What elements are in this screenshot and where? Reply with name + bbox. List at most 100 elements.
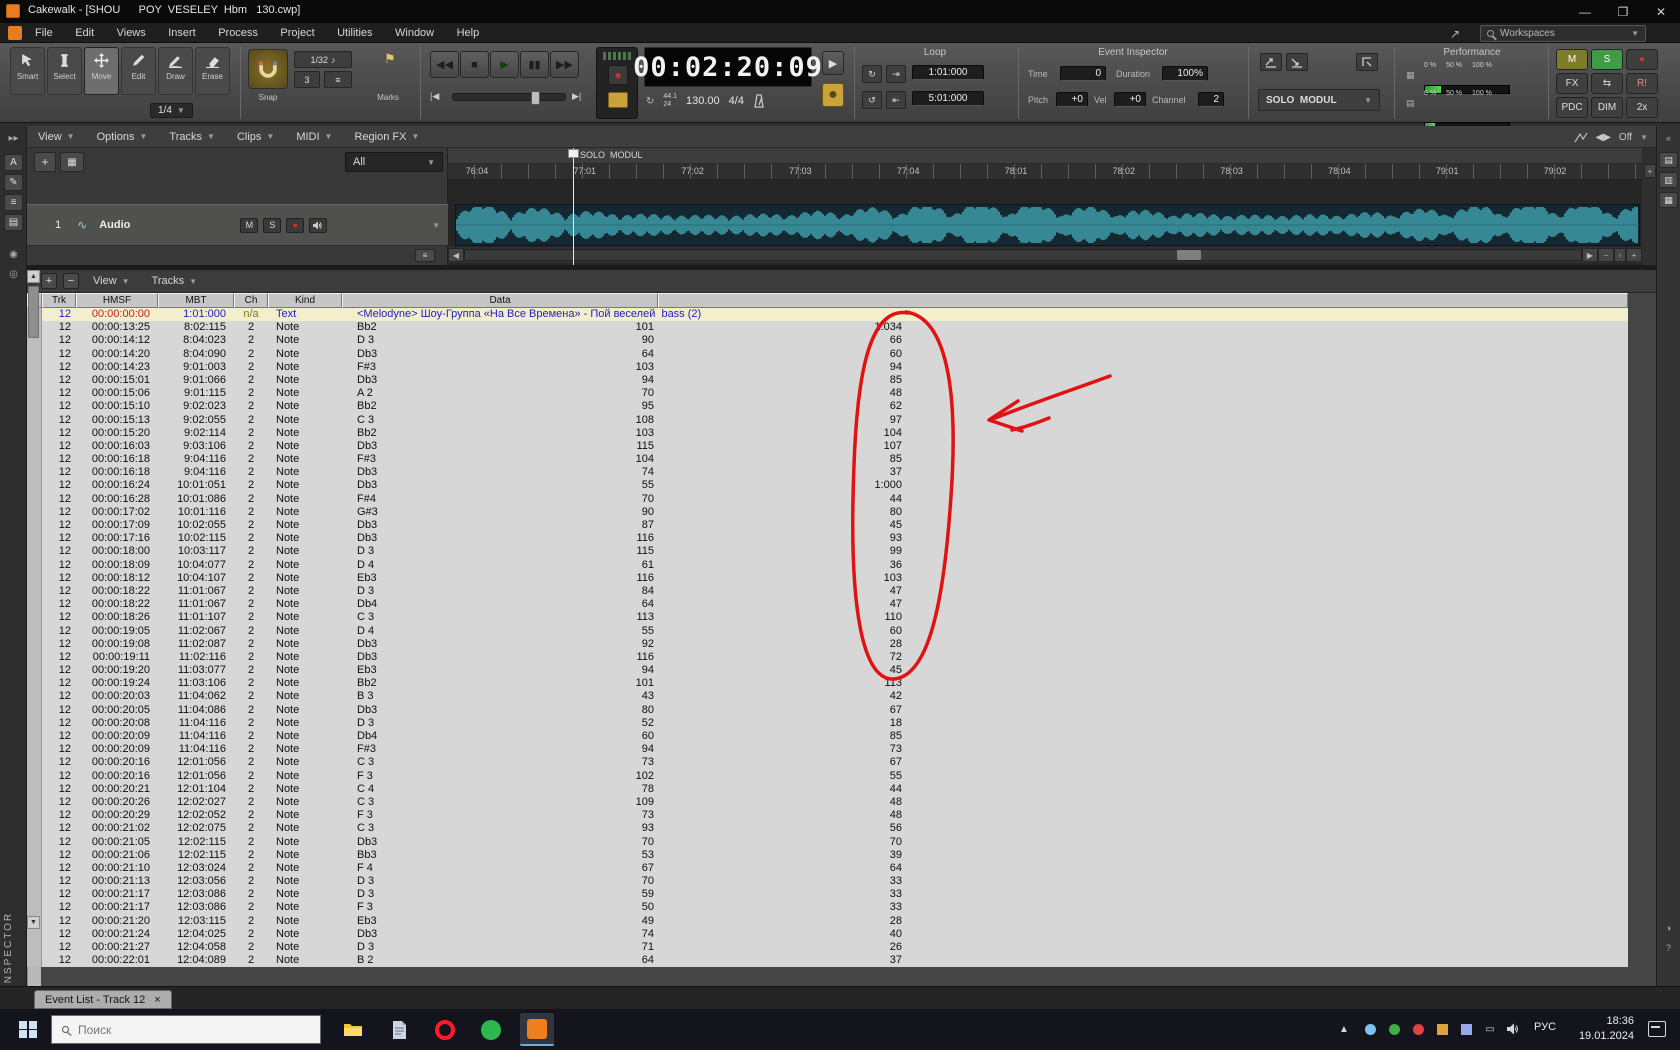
track-height-widget[interactable]: ≡ (415, 249, 435, 262)
mini-play-button[interactable]: ▶ (822, 51, 844, 75)
event-row[interactable]: 12 00:00:21:17 12:03:086 2 Note D 3 59 33 (27, 888, 1628, 902)
event-row[interactable]: 12 00:00:22:01 12:04:089 2 Note B 2 64 37 (27, 954, 1628, 967)
track-scroll-thumb[interactable] (1177, 250, 1201, 260)
taskbar-app-browser[interactable] (474, 1013, 508, 1046)
position-slider[interactable] (452, 91, 566, 105)
event-row[interactable]: 12 00:00:19:20 11:03:077 2 Note Eb3 94 45 (27, 664, 1628, 678)
track-manager-icon[interactable]: ▦ (60, 152, 84, 172)
position-slider-thumb[interactable] (531, 91, 540, 105)
event-row[interactable]: 12 00:00:16:18 9:04:116 2 Note F#3 104 85 (27, 453, 1628, 467)
taskbar-app-document[interactable] (382, 1013, 416, 1046)
event-row[interactable]: 12 00:00:14:12 8:04:023 2 Note D 3 90 66 (27, 334, 1628, 348)
event-row[interactable]: 12 00:00:16:18 9:04:116 2 Note Db3 74 37 (27, 466, 1628, 480)
track-expand-chevron[interactable]: ▼ (432, 221, 440, 230)
event-row[interactable]: 12 00:00:17:16 10:02:115 2 Note Db3 116 93 (27, 532, 1628, 546)
scroll-up-icon[interactable]: ▲ (27, 270, 40, 283)
event-row[interactable]: 12 00:00:20:09 11:04:116 2 Note F#3 94 73 (27, 743, 1628, 757)
time-readout[interactable]: 00:02:20:09 (633, 47, 822, 87)
taskbar-app-cakewalk[interactable] (520, 1013, 554, 1046)
record-button[interactable]: ● (608, 65, 628, 85)
event-row[interactable]: 12 00:00:20:29 12:02:052 2 Note F 3 73 48 (27, 809, 1628, 823)
tool-smart[interactable]: Smart (10, 47, 45, 95)
event-delete-button[interactable]: − (63, 273, 79, 289)
event-row[interactable]: 12 00:00:19:08 11:02:087 2 Note Db3 92 28 (27, 637, 1628, 651)
collapse-browser-icon[interactable]: « (1659, 130, 1678, 146)
event-row[interactable]: 12 00:00:14:20 8:04:090 2 Note Db3 64 60 (27, 347, 1628, 361)
event-row[interactable]: 12 00:00:19:24 11:03:106 2 Note Bb2 101 113 (27, 677, 1628, 691)
tool-erase[interactable]: Erase (195, 47, 230, 95)
event-row[interactable]: 12 00:00:21:06 12:02:115 2 Note Bb3 53 39 (27, 848, 1628, 862)
event-row[interactable]: 12 00:00:18:09 10:04:077 2 Note D 4 61 36 (27, 558, 1628, 572)
event-row[interactable]: 12 00:00:17:09 10:02:055 2 Note Db3 87 45 (27, 519, 1628, 533)
menu-views[interactable]: Views (108, 24, 155, 42)
tab-close-icon[interactable]: × (154, 994, 160, 1006)
search-input[interactable] (78, 1022, 278, 1037)
zoom-in-icon[interactable]: + (1626, 248, 1642, 262)
v-scroll-thumb[interactable] (28, 286, 39, 338)
global-solo-button[interactable]: S (1591, 49, 1623, 70)
synth-rack-icon[interactable]: ▦ (1659, 192, 1678, 208)
sync-icon[interactable]: ↻ (646, 96, 654, 107)
tray-icon-4[interactable] (1434, 1021, 1450, 1037)
scroll-right-icon[interactable]: ▶ (1582, 248, 1598, 262)
reset-audio-button[interactable]: R! (1626, 73, 1658, 94)
loop-dashed-icon[interactable]: ↺ (862, 91, 882, 109)
global-mute-button[interactable]: M (1556, 49, 1588, 70)
event-row[interactable]: 12 00:00:15:13 9:02:055 2 Note C 3 108 97 (27, 413, 1628, 427)
pdc-button[interactable]: PDC (1556, 97, 1588, 118)
tv-menu-tracks[interactable]: Tracks ▼ (158, 131, 226, 143)
event-row[interactable]: 12 00:00:16:03 9:03:106 2 Note Db3 115 107 (27, 439, 1628, 454)
start-button[interactable] (8, 1009, 48, 1050)
ei-vel-value[interactable]: +0 (1114, 92, 1146, 107)
workspaces-dropdown[interactable]: Workspaces ▼ (1480, 25, 1646, 42)
sample-rate-value[interactable]: 44.1 24 (663, 93, 677, 109)
network-icon[interactable]: ▭ (1482, 1021, 1498, 1037)
loop-set-start-icon[interactable]: ⇥ (886, 65, 906, 83)
inspector-dock-label[interactable]: INSPECTOR (3, 902, 14, 988)
event-row[interactable]: 12 00:00:19:11 11:02:116 2 Note Db3 116 72 (27, 650, 1628, 665)
tv-menu-clips[interactable]: Clips ▼ (226, 131, 285, 143)
zoom-out-icon[interactable]: − (1598, 248, 1614, 262)
marker-name[interactable]: SOLO MODUL (580, 150, 643, 160)
tv-menu-regionfx[interactable]: Region FX ▼ (343, 131, 430, 143)
minimize-button[interactable]: — (1566, 0, 1604, 23)
language-indicator[interactable]: РУС (1528, 1021, 1562, 1033)
time-signature-value[interactable]: 4/4 (729, 95, 744, 107)
event-row[interactable]: 12 00:00:21:10 12:03:024 2 Note F 4 67 64 (27, 861, 1628, 876)
add-track-button[interactable]: + (34, 152, 56, 172)
event-insert-button[interactable]: + (41, 273, 57, 289)
event-row-text[interactable]: 12 00:00:00:00 1:01:000 n/a Text <Melodyne> Ш… (27, 308, 1628, 322)
loop-toggle-icon[interactable]: ↻ (862, 65, 882, 83)
event-row[interactable]: 12 00:00:19:05 11:02:067 2 Note D 4 55 60 (27, 624, 1628, 638)
event-row[interactable]: 12 00:00:20:05 11:04:086 2 Note Db3 80 67 (27, 703, 1628, 717)
event-row[interactable]: 12 00:00:15:06 9:01:115 2 Note A 2 70 48 (27, 387, 1628, 401)
notes-icon[interactable]: ◑ (1659, 920, 1678, 936)
tool-select[interactable]: Select (47, 47, 82, 95)
playhead-line[interactable] (573, 148, 574, 265)
event-row[interactable]: 12 00:00:20:03 11:04:062 2 Note B 3 43 42 (27, 690, 1628, 704)
rewind-button[interactable]: ◀◀ (430, 51, 459, 78)
scroll-left-icon[interactable]: ◀ (448, 248, 464, 262)
scroll-down-icon[interactable]: ▼ (27, 916, 40, 929)
marker-strip[interactable]: SOLO MODUL (448, 148, 1642, 164)
double-speed-button[interactable]: 2x (1626, 97, 1658, 118)
menu-edit[interactable]: Edit (66, 24, 103, 42)
event-row[interactable]: 12 00:00:15:01 9:01:066 2 Note Db3 94 85 (27, 373, 1628, 388)
metronome-icon[interactable] (753, 94, 765, 108)
notes-panel-icon[interactable]: ▤ (4, 214, 23, 231)
snap-resolution-button[interactable]: 1/32 ♪ (294, 51, 352, 68)
dim-solo-button[interactable]: DIM (1591, 97, 1623, 118)
tray-icon-5[interactable] (1458, 1021, 1474, 1037)
help-icon[interactable]: ? (1659, 940, 1678, 956)
menu-utilities[interactable]: Utilities (328, 24, 381, 42)
go-to-end-button[interactable]: ▶| (572, 91, 581, 102)
arm-mix-icon[interactable] (1356, 53, 1378, 71)
header-trk[interactable]: Trk (42, 293, 76, 308)
ruler-zoom-plus-button[interactable]: + (1644, 164, 1656, 178)
event-row[interactable]: 12 00:00:17:02 10:01:116 2 Note G#3 90 80 (27, 505, 1628, 519)
menu-insert[interactable]: Insert (159, 24, 205, 42)
event-row[interactable]: 12 00:00:15:10 9:02:023 2 Note Bb2 95 62 (27, 400, 1628, 414)
event-row[interactable]: 12 00:00:20:21 12:01:104 2 Note C 4 78 44 (27, 782, 1628, 796)
taskbar-app-explorer[interactable] (336, 1013, 370, 1046)
event-menu-view[interactable]: View ▼ (85, 275, 138, 287)
